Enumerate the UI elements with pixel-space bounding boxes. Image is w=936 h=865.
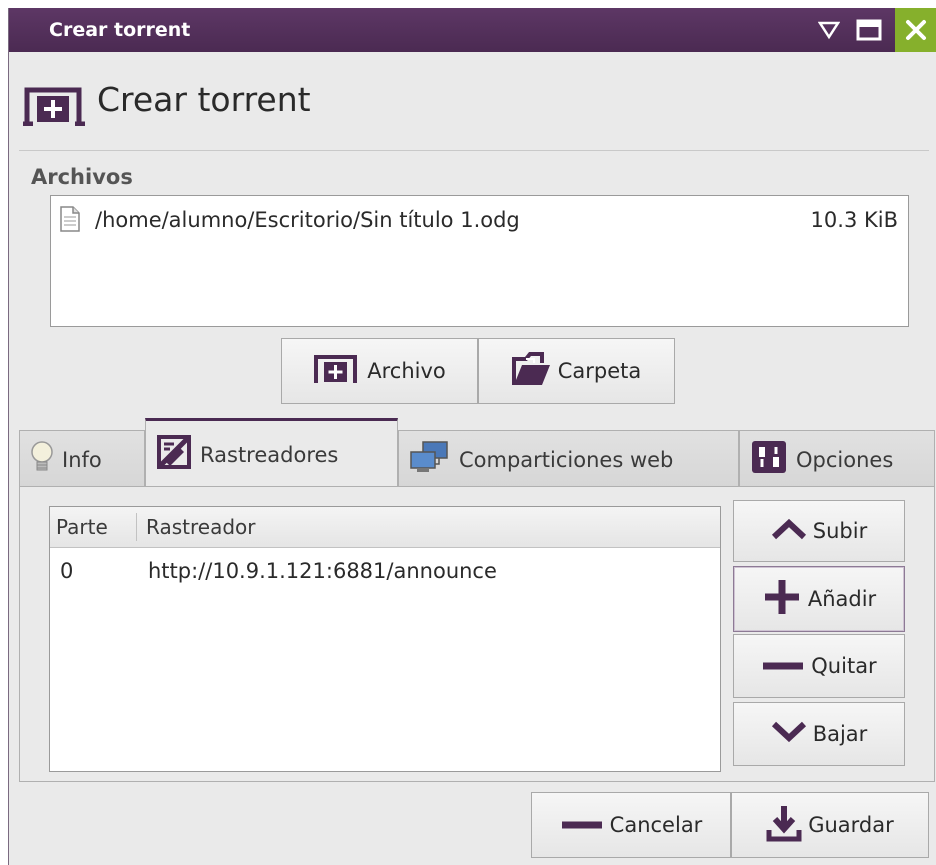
- tab-webseeds-label: Comparticiones web: [459, 447, 674, 472]
- network-icon: [409, 440, 451, 479]
- window-title: Crear torrent: [49, 19, 191, 41]
- tab-options[interactable]: Opciones: [739, 430, 935, 488]
- tab-info-label: Info: [62, 447, 102, 472]
- add-file-label: Archivo: [367, 359, 446, 383]
- trackers-table[interactable]: Parte Rastreador 0 http://10.9.1.121:688…: [49, 506, 721, 772]
- files-list[interactable]: /home/alumno/Escritorio/Sin título 1.odg…: [50, 195, 909, 327]
- add-tracker-label: Añadir: [807, 587, 877, 611]
- menu-icon[interactable]: [809, 8, 849, 52]
- add-file-button[interactable]: Archivo: [281, 338, 478, 404]
- tab-info[interactable]: Info: [19, 430, 145, 488]
- remove-tracker-label: Quitar: [811, 654, 877, 678]
- torrent-add-icon: [313, 353, 361, 390]
- tab-trackers-label: Rastreadores: [200, 442, 339, 467]
- folder-icon: [511, 351, 552, 392]
- move-down-button[interactable]: Bajar: [733, 702, 905, 766]
- file-icon: [59, 206, 81, 236]
- torrent-add-icon: [23, 84, 87, 130]
- add-folder-label: Carpeta: [557, 359, 642, 383]
- minus-icon: [761, 654, 805, 678]
- add-tracker-button[interactable]: Añadir: [733, 566, 905, 632]
- files-label: Archivos: [31, 165, 133, 189]
- title-bar[interactable]: Crear torrent: [9, 8, 936, 52]
- move-up-label: Subir: [812, 519, 868, 543]
- chevron-up-icon: [771, 518, 807, 545]
- column-header-tracker[interactable]: Rastreador: [146, 507, 255, 547]
- trackers-icon: [156, 434, 192, 475]
- download-icon: [766, 804, 802, 847]
- remove-tracker-button[interactable]: Quitar: [733, 634, 905, 698]
- cancel-label: Cancelar: [609, 813, 703, 837]
- options-icon: [750, 439, 788, 480]
- header-divider: [19, 150, 929, 151]
- table-header: Parte Rastreador: [50, 507, 720, 548]
- tracker-tier: 0: [60, 559, 74, 583]
- save-label: Guardar: [808, 813, 894, 837]
- lightbulb-icon: [30, 440, 54, 479]
- minus-icon: [560, 813, 604, 837]
- cancel-button[interactable]: Cancelar: [531, 792, 731, 858]
- close-icon[interactable]: [895, 8, 936, 52]
- tab-webseeds[interactable]: Comparticiones web: [398, 430, 739, 488]
- tab-trackers[interactable]: Rastreadores: [145, 418, 398, 488]
- table-row[interactable]: 0 http://10.9.1.121:6881/announce: [50, 553, 720, 589]
- chevron-down-icon: [771, 721, 807, 748]
- tracker-url: http://10.9.1.121:6881/announce: [148, 559, 497, 583]
- column-divider: [136, 513, 137, 541]
- maximize-icon[interactable]: [849, 8, 889, 52]
- file-size: 10.3 KiB: [810, 208, 898, 232]
- tab-bar: Info Rastreadores Comparticiones web Opc…: [19, 418, 935, 488]
- save-button[interactable]: Guardar: [731, 792, 929, 858]
- add-folder-button[interactable]: Carpeta: [478, 338, 675, 404]
- file-path: /home/alumno/Escritorio/Sin título 1.odg: [95, 208, 520, 232]
- tab-options-label: Opciones: [796, 447, 894, 472]
- plus-icon: [762, 577, 802, 622]
- column-header-tier[interactable]: Parte: [56, 507, 108, 547]
- page-title: Crear torrent: [97, 80, 311, 119]
- create-torrent-window: Crear torrent Crear torrent Archivos /ho…: [8, 8, 936, 865]
- list-item[interactable]: /home/alumno/Escritorio/Sin título 1.odg…: [51, 196, 908, 236]
- move-up-button[interactable]: Subir: [733, 500, 905, 562]
- move-down-label: Bajar: [812, 722, 868, 746]
